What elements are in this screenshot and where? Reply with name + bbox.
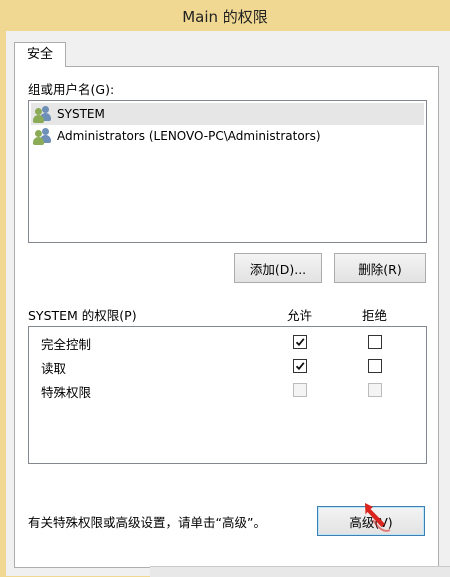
group-user-names-label: 组或用户名(G): xyxy=(28,82,115,97)
security-tab-page: 组或用户名(G): SYSTEM Administrators (LENOVO-… xyxy=(14,66,439,568)
list-item-system[interactable]: SYSTEM xyxy=(31,103,424,125)
allow-checkbox[interactable] xyxy=(293,359,307,373)
permission-name: 完全控制 xyxy=(41,337,92,352)
red-arrow-pointer-icon xyxy=(365,503,391,532)
deny-checkbox[interactable] xyxy=(368,335,382,349)
list-item-label: Administrators (LENOVO-PC\Administrators… xyxy=(57,129,321,143)
allow-column-header: 允许 xyxy=(287,308,313,323)
add-button[interactable]: 添加(D)... xyxy=(234,253,322,283)
permission-name: 特殊权限 xyxy=(41,385,92,400)
dialog-client-area: 安全 组或用户名(G): SYSTEM Administrators (LENO… xyxy=(6,31,450,576)
permission-row-full-control: 完全控制 xyxy=(29,331,426,353)
list-item-label: SYSTEM xyxy=(57,107,105,121)
allow-checkbox[interactable] xyxy=(293,335,307,349)
advanced-hint-text: 有关特殊权限或高级设置，请单击“高级”。 xyxy=(28,515,266,530)
group-user-list[interactable]: SYSTEM Administrators (LENOVO-PC\Adminis… xyxy=(28,100,427,243)
allow-checkbox-disabled xyxy=(293,383,307,397)
permission-row-special: 特殊权限 xyxy=(29,379,426,401)
users-icon xyxy=(33,127,53,145)
remove-button[interactable]: 删除(R) xyxy=(334,253,426,283)
check-icon xyxy=(295,362,305,371)
permission-row-read: 读取 xyxy=(29,355,426,377)
permissions-list: 完全控制 读取 特殊权限 xyxy=(28,326,427,464)
deny-checkbox[interactable] xyxy=(368,359,382,373)
permission-name: 读取 xyxy=(41,361,67,376)
permissions-label: SYSTEM 的权限(P) xyxy=(28,308,137,323)
tab-security[interactable]: 安全 xyxy=(14,42,66,67)
deny-checkbox-disabled xyxy=(368,383,382,397)
title-bar[interactable]: Main 的权限 xyxy=(0,0,450,31)
window-title: Main 的权限 xyxy=(182,8,268,26)
users-icon xyxy=(33,105,53,123)
check-icon xyxy=(295,338,305,347)
list-item-administrators[interactable]: Administrators (LENOVO-PC\Administrators… xyxy=(31,125,424,147)
deny-column-header: 拒绝 xyxy=(362,308,388,323)
bottom-edge xyxy=(150,566,450,577)
